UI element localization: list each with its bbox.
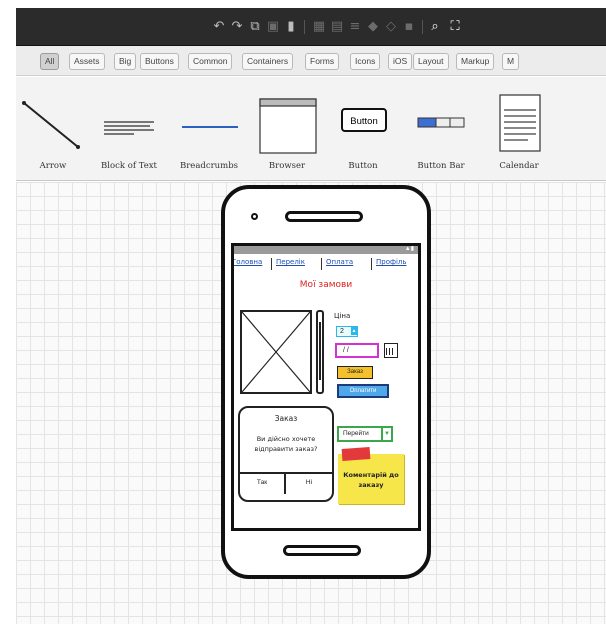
sticky-tape <box>341 447 371 461</box>
navigate-combo-box[interactable]: Перейти ▼ <box>337 426 393 442</box>
dialog-title: Заказ <box>274 414 298 423</box>
button-bar-icon <box>406 85 476 155</box>
signal-icon: ▲▮ <box>404 246 414 252</box>
design-canvas[interactable]: ▲▮ Головна Перелік Оплата Профіль Мої за… <box>16 182 606 624</box>
status-bar: ▲▮ <box>234 246 418 254</box>
breadcrumb-divider <box>321 258 322 270</box>
tab-common[interactable]: Common <box>188 53 233 70</box>
top-toolbar: ↶ ↷ ⧉ ▣ ▮ ▦ ▤ ≡ ◆ ◇ ▪ ⌕ ⛶ <box>16 8 606 46</box>
component-gallery: Arrow Block of Text Breadcrumbs Browser <box>16 77 606 181</box>
phone-screen: ▲▮ Головна Перелік Оплата Профіль Мої за… <box>231 243 421 531</box>
dialog-yes-button[interactable]: Так <box>240 472 286 494</box>
image-placeholder[interactable] <box>240 310 312 394</box>
gallery-item-button-bar[interactable]: Button Bar <box>406 77 476 181</box>
gallery-item-label: Arrow <box>39 161 67 171</box>
gallery-item-calendar[interactable]: Calendar <box>484 77 554 181</box>
vertical-scrollbar[interactable] <box>316 310 324 394</box>
tab-more[interactable]: M <box>502 53 520 70</box>
gallery-item-label: Button <box>348 161 378 171</box>
group-icon[interactable]: ▦ <box>312 20 326 34</box>
gallery-item-label: Block of Text <box>101 161 157 171</box>
tab-layout[interactable]: Layout <box>413 53 449 70</box>
breadcrumb-item[interactable]: Профіль <box>376 258 407 266</box>
tab-markup[interactable]: Markup <box>456 53 495 70</box>
calendar-icon <box>484 85 554 155</box>
breadcrumb: Головна Перелік Оплата Профіль <box>234 258 418 272</box>
copy-icon[interactable]: ⧉ <box>248 20 262 34</box>
redo-icon[interactable]: ↷ <box>230 20 244 34</box>
breadcrumb-item[interactable]: Головна <box>234 258 262 266</box>
align-icon[interactable]: ≡ <box>348 20 362 34</box>
breadcrumb-item[interactable]: Перелік <box>276 258 305 266</box>
sticky-note[interactable]: Коментарій до заказу <box>338 447 404 504</box>
sticky-note-text: Коментарій до заказу <box>343 471 399 489</box>
arrow-line-icon <box>18 85 88 155</box>
lock-icon[interactable]: ▪ <box>402 20 416 34</box>
pay-button[interactable]: Оплатити <box>337 384 389 398</box>
breadcrumbs-icon <box>174 85 244 155</box>
gallery-item-breadcrumbs[interactable]: Breadcrumbs <box>174 77 244 181</box>
breadcrumb-divider <box>371 258 372 270</box>
browser-window-icon <box>252 85 322 155</box>
speaker-slot <box>285 211 363 222</box>
delete-icon[interactable]: ▮ <box>284 20 298 34</box>
search-icon[interactable]: ⌕ <box>428 20 442 34</box>
tab-containers[interactable]: Containers <box>242 53 294 70</box>
front-icon[interactable]: ◆ <box>366 20 380 34</box>
tab-assets[interactable]: Assets <box>69 53 105 70</box>
gallery-item-browser[interactable]: Browser <box>252 77 322 181</box>
page-title: Мої замови <box>299 280 353 290</box>
date-field[interactable]: / / <box>335 343 379 358</box>
dialog-no-button[interactable]: Ні <box>286 472 332 494</box>
gallery-item-label: Button Bar <box>417 161 465 171</box>
category-tabs: All Assets Big Buttons Common Containers… <box>16 46 606 76</box>
gallery-item-label: Calendar <box>499 161 539 171</box>
toolbar-divider <box>422 20 423 34</box>
ungroup-icon[interactable]: ▤ <box>330 20 344 34</box>
tab-forms[interactable]: Forms <box>305 53 340 70</box>
quantity-stepper[interactable]: 2 ▲ <box>336 326 358 337</box>
stepper-value: 2 <box>340 328 344 335</box>
tab-icons[interactable]: Icons <box>350 53 381 70</box>
undo-icon[interactable]: ↶ <box>212 20 226 34</box>
camera-icon <box>251 213 258 220</box>
combo-value: Перейти <box>343 430 369 437</box>
breadcrumb-item[interactable]: Оплата <box>326 258 353 266</box>
gallery-item-arrow[interactable]: Arrow <box>18 77 88 181</box>
order-button[interactable]: Заказ <box>337 366 373 379</box>
scroll-thumb[interactable] <box>319 322 321 380</box>
toolbar-divider <box>304 20 305 34</box>
chevron-down-icon[interactable]: ▼ <box>381 428 391 440</box>
back-icon[interactable]: ◇ <box>384 20 398 34</box>
button-preview-text: Button <box>350 116 377 127</box>
calendar-icon[interactable] <box>384 343 398 358</box>
gallery-item-block-of-text[interactable]: Block of Text <box>94 77 164 181</box>
gallery-item-label: Breadcrumbs <box>179 161 238 171</box>
confirm-dialog: Заказ Ви дійсно хочете відправити заказ?… <box>238 406 334 502</box>
fullscreen-icon[interactable]: ⛶ <box>448 20 462 34</box>
tab-buttons[interactable]: Buttons <box>140 53 179 70</box>
tab-ios[interactable]: iOS <box>388 53 413 70</box>
paste-icon[interactable]: ▣ <box>266 20 280 34</box>
gallery-item-label: Browser <box>268 161 306 171</box>
mockup-editor-window: ↶ ↷ ⧉ ▣ ▮ ▦ ▤ ≡ ◆ ◇ ▪ ⌕ ⛶ All Assets Big… <box>16 8 606 624</box>
phone-mockup[interactable]: ▲▮ Головна Перелік Оплата Профіль Мої за… <box>221 185 431 579</box>
tab-all[interactable]: All <box>40 53 60 70</box>
text-block-icon <box>94 85 164 155</box>
price-label: Ціна <box>334 312 351 320</box>
dialog-message: Ви дійсно хочете відправити заказ? <box>254 435 318 453</box>
tab-big[interactable]: Big <box>114 53 137 70</box>
button-icon: Button <box>328 85 398 155</box>
home-button <box>283 545 361 556</box>
stepper-arrows-icon[interactable]: ▲ <box>351 327 357 335</box>
breadcrumb-divider <box>271 258 272 270</box>
gallery-item-button[interactable]: Button Button <box>328 77 398 181</box>
